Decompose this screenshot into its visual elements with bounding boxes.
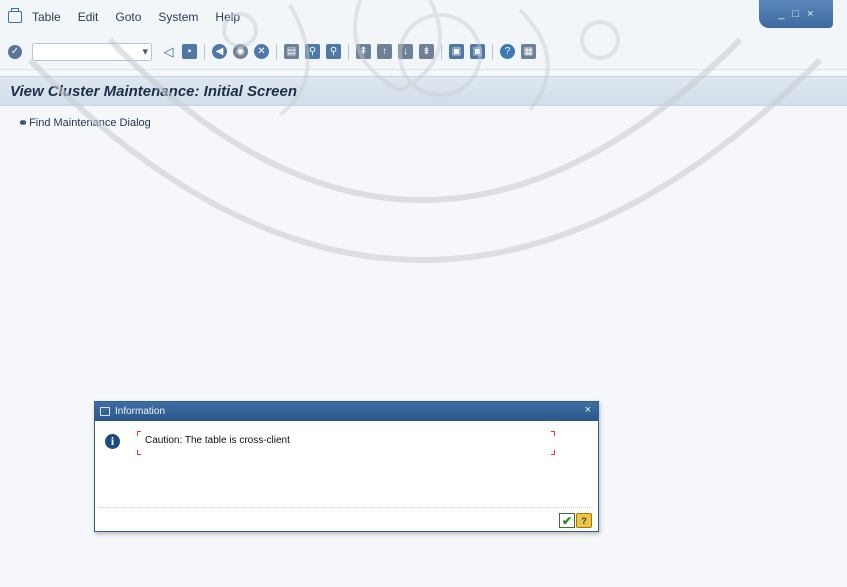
- toolbar-separator: [441, 43, 442, 60]
- menu-window-icon[interactable]: [8, 8, 22, 23]
- shortcut-icon[interactable]: ▣: [470, 44, 485, 59]
- menu-table[interactable]: Table: [32, 10, 61, 24]
- menu-bar: Table Edit Goto System Help: [0, 0, 847, 34]
- cancel-icon[interactable]: ✕: [254, 44, 269, 59]
- layout-icon[interactable]: ▦: [521, 44, 536, 59]
- create-session-icon[interactable]: ▣: [449, 44, 464, 59]
- bracket-corner: [551, 450, 555, 455]
- save-icon[interactable]: ▪: [182, 44, 197, 59]
- continue-button[interactable]: ✔: [559, 513, 575, 528]
- window-controls: _ □ ×: [759, 0, 833, 28]
- command-field[interactable]: [32, 42, 152, 61]
- bracket-corner: [137, 431, 141, 436]
- print-icon[interactable]: ▤: [284, 44, 299, 59]
- dialog-body: i Caution: The table is cross-client ✔ ?: [95, 421, 598, 531]
- message-box: Caution: The table is cross-client: [137, 431, 555, 455]
- help-button[interactable]: ?: [576, 513, 592, 528]
- dialog-title: Information: [115, 406, 166, 417]
- previous-page-icon[interactable]: ↑: [377, 44, 392, 59]
- minimize-icon[interactable]: _: [778, 8, 784, 20]
- menu-help[interactable]: Help: [215, 10, 240, 24]
- information-dialog: Information × i Caution: The table is cr…: [94, 401, 599, 532]
- restore-icon[interactable]: □: [793, 8, 800, 20]
- next-page-icon[interactable]: ↓: [398, 44, 413, 59]
- application-toolbar: ⚭ Find Maintenance Dialog: [0, 107, 847, 139]
- screen-title-bar: View Cluster Maintenance: Initial Screen: [0, 76, 847, 106]
- dialog-header: Information ×: [95, 402, 598, 421]
- menu-system[interactable]: System: [158, 10, 198, 24]
- menu-goto[interactable]: Goto: [115, 10, 141, 24]
- dialog-message: Caution: The table is cross-client: [145, 435, 290, 446]
- bracket-corner: [551, 431, 555, 436]
- window-icon: [100, 407, 110, 416]
- bracket-corner: [137, 450, 141, 455]
- standard-toolbar: ✓ ◁ ▪ ◀ ◉ ✕ ▤ ⚲ ⚲ ⇞ ↑ ↓ ⇟ ▣ ▣ ? ▦: [0, 34, 847, 70]
- find-maintenance-dialog-button[interactable]: Find Maintenance Dialog: [29, 117, 151, 129]
- find-icon[interactable]: ⚲: [305, 44, 320, 59]
- back-icon[interactable]: ◁: [161, 44, 176, 59]
- enter-icon[interactable]: ✓: [8, 44, 22, 59]
- exit-icon[interactable]: ◉: [233, 44, 248, 59]
- page-title: View Cluster Maintenance: Initial Screen: [10, 82, 298, 100]
- back-green-icon[interactable]: ◀: [212, 44, 227, 59]
- dialog-divider: [99, 507, 594, 508]
- find-next-icon[interactable]: ⚲: [326, 44, 341, 59]
- last-page-icon[interactable]: ⇟: [419, 44, 434, 59]
- close-icon[interactable]: ×: [585, 404, 591, 416]
- help-icon[interactable]: ?: [500, 44, 515, 59]
- close-window-icon[interactable]: ×: [807, 8, 813, 20]
- toolbar-separator: [348, 43, 349, 60]
- info-icon: i: [105, 434, 120, 449]
- first-page-icon[interactable]: ⇞: [356, 44, 371, 59]
- binoculars-icon[interactable]: ⚭: [18, 116, 28, 130]
- toolbar-separator: [204, 43, 205, 60]
- toolbar-separator: [492, 43, 493, 60]
- toolbar-separator: [276, 43, 277, 60]
- menu-edit[interactable]: Edit: [78, 10, 99, 24]
